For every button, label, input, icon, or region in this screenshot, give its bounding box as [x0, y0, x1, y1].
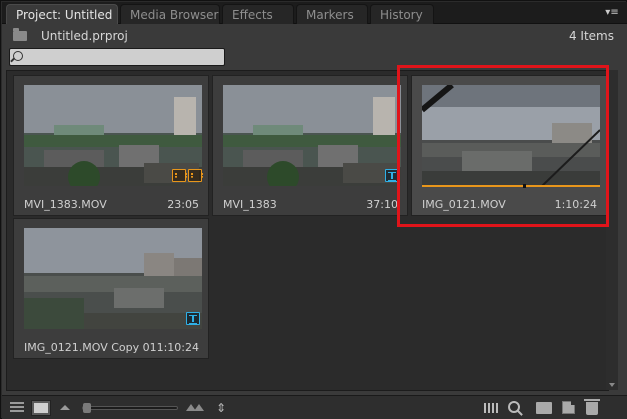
list-view-icon[interactable] — [10, 401, 24, 415]
media-item-selected[interactable]: IMG_0121.MOV 1:10:24 — [411, 75, 607, 216]
folder-icon — [13, 28, 27, 41]
vertical-scrollbar[interactable] — [606, 70, 618, 390]
tab-effects[interactable]: Effects — [222, 4, 294, 24]
media-thumbnail — [422, 85, 600, 186]
media-item-duration: 1:10:24 — [554, 198, 597, 211]
new-bin-icon[interactable] — [536, 402, 552, 414]
tab-markers-label: Markers — [306, 8, 354, 22]
scrub-bar[interactable] — [422, 184, 600, 188]
zoom-in-icon[interactable] — [186, 402, 204, 412]
new-item-icon[interactable] — [562, 401, 575, 414]
tab-media-browser[interactable]: Media Browser — [120, 4, 220, 24]
media-item-name: MVI_1383.MOV — [24, 198, 107, 211]
project-info-row: Untitled.prproj 4 Items — [2, 26, 627, 46]
search-icon — [13, 51, 23, 61]
project-panel-window: Project: Untitled× Media Browser Effects… — [0, 0, 627, 419]
zoom-slider[interactable] — [82, 403, 178, 413]
tab-history-label: History — [380, 8, 423, 22]
icon-view-icon[interactable] — [31, 400, 51, 416]
audio-track-icon — [188, 169, 203, 182]
media-item-name: IMG_0121.MOV Copy 01 — [24, 341, 157, 354]
sequence-icon — [186, 312, 200, 325]
sequence-icon — [385, 169, 399, 182]
search-field[interactable] — [9, 48, 225, 66]
media-item-duration: 1:10:24 — [156, 341, 199, 354]
project-file-name: Untitled.prproj — [41, 29, 128, 43]
trash-icon[interactable] — [584, 399, 600, 415]
sort-icon[interactable]: ⇕ — [216, 401, 226, 415]
video-track-icon — [172, 169, 187, 182]
item-count: 4 Items — [568, 29, 614, 43]
media-item[interactable]: MVI_1383 37:10 — [212, 75, 408, 216]
find-icon[interactable] — [508, 401, 520, 413]
tab-project[interactable]: Project: Untitled× — [6, 4, 129, 25]
zoom-out-icon[interactable] — [60, 405, 70, 410]
media-item-name: MVI_1383 — [223, 198, 277, 211]
bottom-toolbar: ⇕ — [2, 395, 627, 419]
media-thumbnail — [24, 228, 202, 329]
media-item[interactable]: MVI_1383.MOV 23:05 — [13, 75, 209, 216]
tab-history[interactable]: History — [370, 4, 434, 24]
panel-menu-icon[interactable]: ▾≡ — [603, 6, 621, 20]
tab-bar: Project: Untitled× Media Browser Effects… — [2, 2, 627, 25]
media-thumbnail — [223, 85, 401, 186]
scroll-down-icon[interactable] — [609, 383, 615, 387]
media-grid: MVI_1383.MOV 23:05 MVI_1383 37:10 IMG_01… — [6, 70, 609, 391]
automate-to-sequence-icon[interactable] — [484, 403, 500, 413]
tab-project-label: Project: Untitled — [16, 8, 113, 22]
tab-markers[interactable]: Markers — [296, 4, 368, 24]
tab-media-browser-label: Media Browser — [130, 8, 219, 22]
media-item-duration: 23:05 — [167, 198, 199, 211]
playhead[interactable] — [523, 184, 527, 188]
media-item-duration: 37:10 — [366, 198, 398, 211]
search-input[interactable] — [26, 49, 222, 65]
zoom-slider-handle[interactable] — [83, 403, 91, 413]
media-item-name: IMG_0121.MOV — [422, 198, 506, 211]
media-item[interactable]: IMG_0121.MOV Copy 01 1:10:24 — [13, 218, 209, 359]
project-panel: Untitled.prproj 4 Items MVI_1383.MOV 23:… — [2, 24, 627, 395]
tab-effects-label: Effects — [232, 8, 273, 22]
